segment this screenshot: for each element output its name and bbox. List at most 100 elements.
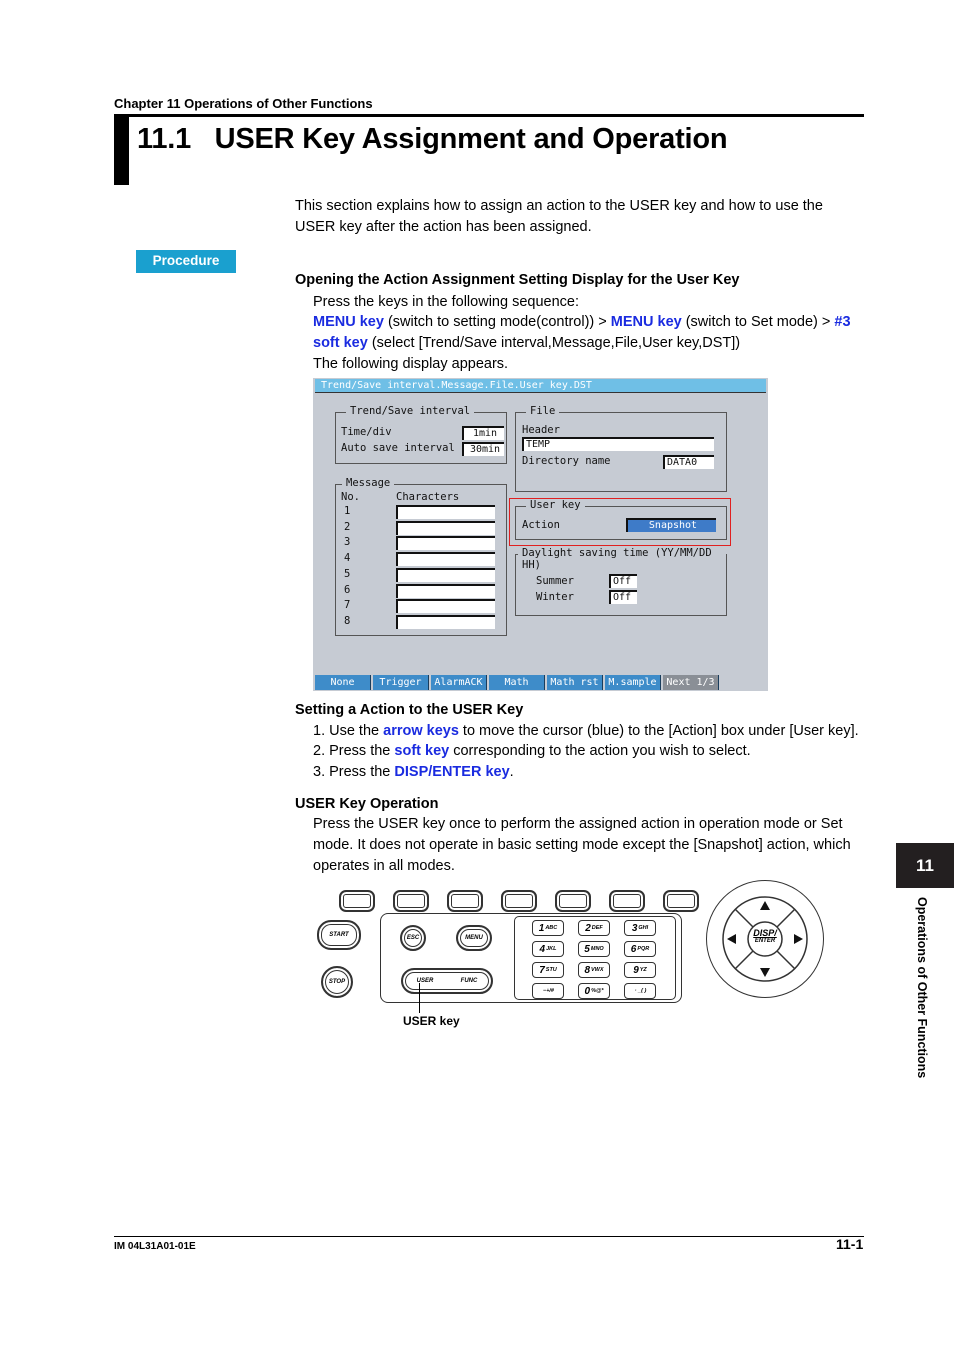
numeric-key-digit: 2 [585, 922, 591, 934]
numeric-key-letters: · _( ) [634, 988, 647, 994]
title-bar-decoration [114, 117, 129, 185]
numeric-key: 9 YZ [624, 962, 656, 978]
stop-key: STOP [321, 966, 353, 998]
user-key-callout: USER key [403, 1014, 460, 1028]
page-number: 11-1 [836, 1236, 864, 1252]
numeric-key-letters: ABC [545, 925, 558, 931]
numeric-key-digit: 5 [584, 943, 590, 955]
section3-body: Press the USER key once to perform the a… [313, 816, 851, 874]
message-field[interactable] [396, 505, 495, 519]
section1-line3: The following display appears. [313, 356, 509, 372]
message-field[interactable] [396, 614, 495, 629]
softkey-1[interactable]: Trigger [373, 675, 429, 690]
trend-group-label: Trend/Save interval [346, 405, 475, 417]
message-field[interactable] [396, 599, 495, 614]
message-row-number: 2 [344, 520, 351, 533]
numeric-key-letters: GHI [638, 925, 649, 931]
step-2-text-b: corresponding to the action you wish to … [449, 743, 751, 759]
numeric-key: 7 STU [532, 962, 564, 978]
numeric-key-digit: 3 [631, 922, 638, 934]
numeric-key-digit: 7 [539, 964, 545, 976]
step-3-text-a: 3. Press the [313, 764, 395, 780]
action-label: Action [522, 519, 560, 531]
device-screen: Trend/Save interval.Message.File.User ke… [313, 378, 768, 691]
auto-save-label: Auto save interval [341, 442, 455, 454]
chapter-tab: 11 [896, 843, 954, 888]
message-field[interactable] [396, 552, 495, 567]
header-label: Header [522, 424, 560, 436]
section1-heading: Opening the Action Assignment Setting Di… [295, 272, 740, 288]
softkey-0[interactable]: None [315, 675, 371, 690]
numeric-key-letters: −+/# [542, 988, 554, 994]
trend-save-group: Trend/Save interval Time/div 1min Auto s… [335, 405, 507, 464]
numeric-key-letters: STU [545, 967, 557, 973]
softkey-4[interactable]: Math rst [547, 675, 603, 690]
message-no-header: No. [341, 491, 360, 503]
user-func-key-group: USER FUNC [401, 968, 493, 994]
auto-save-field[interactable]: 30min [462, 442, 504, 456]
seq-text-2: (switch to Set mode) > [681, 314, 835, 330]
numeric-key-letters: MNO [590, 946, 604, 952]
header-field[interactable]: TEMP [522, 437, 714, 451]
time-div-label: Time/div [341, 426, 392, 438]
soft-key-3 [447, 890, 483, 912]
winter-field[interactable]: Off [609, 590, 637, 604]
key-sequence: MENU key (switch to setting mode(control… [313, 312, 858, 354]
numeric-key: · _( ) [624, 983, 656, 999]
seq-text-1: (switch to setting mode(control)) > [383, 314, 611, 330]
time-div-field[interactable]: 1min [462, 426, 504, 440]
message-row-number: 1 [344, 505, 351, 517]
message-field[interactable] [396, 583, 495, 598]
directory-name-field[interactable]: DATA0 [663, 455, 714, 469]
message-group: Message No. Characters 1 2 3 4 5 6 7 8 [335, 477, 507, 636]
numeric-key: 3 GHI [624, 920, 656, 936]
doc-id: IM 04L31A01-01E [114, 1241, 196, 1252]
numeric-key-letters: %@* [591, 988, 604, 994]
message-row-number: 7 [344, 599, 351, 612]
softkey-3[interactable]: Math [489, 675, 545, 690]
soft-key-1 [339, 890, 375, 912]
file-group: File Header TEMP Directory name DATA0 [515, 405, 727, 492]
softkey-6[interactable]: Next 1/3 [663, 675, 719, 690]
menu-key: MENU [456, 925, 492, 951]
message-row-number: 3 [344, 536, 351, 549]
chapter-tab-text: Operations of Other Functions [915, 897, 929, 1079]
softkey-5[interactable]: M.sample [605, 675, 661, 690]
soft-key-7 [663, 890, 699, 912]
message-field[interactable] [396, 536, 495, 551]
numeric-key: 2 DEF [578, 920, 610, 936]
numeric-key-letters: PQR [637, 946, 650, 952]
enter-label: ENTER [754, 938, 776, 944]
message-group-label: Message [342, 477, 395, 489]
numeric-key-digit: 1 [538, 922, 545, 934]
screen-title-bar: Trend/Save interval.Message.File.User ke… [315, 379, 766, 393]
disp-enter-key: DISP/ ENTER [747, 929, 783, 945]
numeric-key: 5 MNO [578, 941, 610, 957]
func-key: FUNC [460, 978, 478, 984]
start-key: START [317, 920, 361, 950]
message-field[interactable] [396, 520, 495, 535]
intro-paragraph: This section explains how to assign an a… [295, 198, 823, 235]
winter-label: Winter [536, 591, 574, 603]
section1-line1: Press the keys in the following sequence… [313, 294, 579, 310]
chapter-header: Chapter 11 Operations of Other Functions [114, 96, 373, 111]
numeric-key-letters: JKL [546, 946, 557, 952]
header-rule [114, 114, 864, 117]
arrow-pad: DISP/ ENTER [706, 880, 824, 998]
disp-enter-key-link: DISP/ENTER key [394, 764, 510, 780]
esc-key: ESC [400, 925, 426, 951]
soft-key-4 [501, 890, 537, 912]
numeric-key-letters: DEF [591, 925, 603, 931]
arrow-right-icon [794, 934, 803, 944]
dst-group: Daylight saving time (YY/MM/DD HH) Summe… [515, 547, 727, 616]
message-field[interactable] [396, 567, 495, 582]
numeric-key: 1 ABC [532, 920, 564, 936]
numeric-key: 0 %@* [578, 983, 610, 999]
action-field[interactable]: Snapshot [626, 518, 716, 532]
message-row-number: 5 [344, 567, 351, 580]
numeric-key-letters: YZ [639, 967, 647, 973]
callout-line [419, 983, 420, 1013]
section-title: 11.1 USER Key Assignment and Operation [137, 123, 728, 155]
softkey-2[interactable]: AlarmACK [431, 675, 487, 690]
summer-field[interactable]: Off [609, 574, 637, 588]
